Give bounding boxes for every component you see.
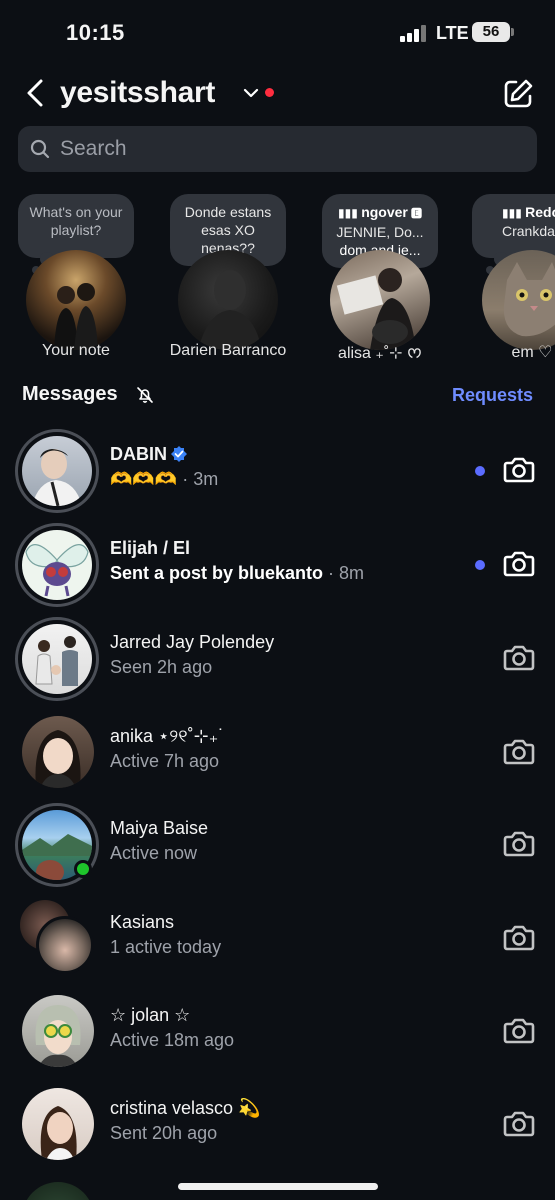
network-label: LTE xyxy=(436,23,469,43)
avatar[interactable] xyxy=(330,250,430,350)
signal-icon xyxy=(400,24,428,42)
conversation-name: Elijah / El xyxy=(110,538,191,558)
search-bar[interactable] xyxy=(18,126,537,172)
notes-tray: What's on your playlist? Your note Donde… xyxy=(0,192,555,368)
conversation-name: Kasians xyxy=(110,912,175,932)
avatar[interactable] xyxy=(482,250,555,350)
note-item[interactable]: ▮▮▮ ngover 🅴 JENNIE, Do... dom and je...… xyxy=(310,192,450,368)
requests-link[interactable]: Requests xyxy=(452,385,533,406)
back-arrow-icon[interactable] xyxy=(22,78,50,108)
messages-heading: Messages xyxy=(22,383,118,405)
conversation-row[interactable]: Elijah / El Sent a post by bluekanto · 8… xyxy=(0,520,555,612)
note-item[interactable]: Donde estans esas XO nenas?? Darien Barr… xyxy=(158,192,298,368)
status-time: 10:15 xyxy=(66,20,125,45)
camera-icon[interactable] xyxy=(502,828,536,860)
avatar[interactable] xyxy=(22,530,92,600)
avatar[interactable] xyxy=(22,624,92,694)
avatar[interactable] xyxy=(178,250,278,350)
camera-icon[interactable] xyxy=(502,1015,536,1047)
unread-dot xyxy=(475,466,485,476)
conversation-preview: Sent 20h ago xyxy=(110,1123,218,1143)
conversation-preview: Active 7h ago xyxy=(110,751,220,771)
conversation-name: Maiya Baise xyxy=(110,818,209,838)
avatar xyxy=(36,916,94,974)
music-icon: ▮▮▮ xyxy=(502,206,526,220)
conversation-row[interactable]: anika ⋆୨୧˚⊹₊˙ Active 7h ago xyxy=(0,708,555,800)
note-bubble[interactable]: What's on your playlist? xyxy=(18,194,134,274)
camera-icon[interactable] xyxy=(502,1108,536,1140)
conversation-preview: Active 18m ago xyxy=(110,1030,235,1050)
music-icon: ▮▮▮ xyxy=(338,206,362,220)
conversation-row[interactable]: DABIN 🫶🫶🫶 · 3m xyxy=(0,426,555,518)
note-bubble[interactable]: ▮▮▮ Redo Crankda xyxy=(472,194,555,274)
note-owner-name: alisa ₊˚⊹ ᰔ xyxy=(338,345,422,362)
camera-icon[interactable] xyxy=(502,642,536,674)
battery-icon: 56 xyxy=(472,22,514,42)
verified-badge-icon xyxy=(171,446,187,462)
online-status-dot xyxy=(74,860,92,878)
conversation-preview: Active now xyxy=(110,843,198,863)
bell-off-icon xyxy=(137,387,153,403)
camera-icon[interactable] xyxy=(502,548,536,580)
camera-icon[interactable] xyxy=(502,454,536,486)
compose-icon[interactable] xyxy=(502,78,534,110)
avatar[interactable] xyxy=(26,250,126,350)
conversation-preview: 1 active today xyxy=(110,937,222,957)
inbox-header: yesitsshart xyxy=(0,66,555,122)
conversation-name: cristina velasco 💫 xyxy=(110,1098,261,1118)
conversation-row[interactable]: Kasians 1 active today xyxy=(0,894,555,986)
note-own[interactable]: What's on your playlist? Your note xyxy=(6,192,146,368)
conversation-row[interactable]: ☆ jolan ☆ Active 18m ago xyxy=(0,987,555,1079)
note-owner-name: em ♡ xyxy=(511,344,553,361)
conversation-name: anika ⋆୨୧˚⊹₊˙ xyxy=(110,726,225,746)
notification-dot xyxy=(265,88,274,97)
group-avatar[interactable] xyxy=(20,900,98,978)
conversation-name: DABIN xyxy=(110,444,188,465)
avatar[interactable] xyxy=(22,716,94,788)
avatar[interactable] xyxy=(22,1088,94,1160)
conversation-row[interactable]: Maiya Baise Active now xyxy=(0,800,555,892)
avatar[interactable] xyxy=(22,436,92,506)
home-indicator[interactable] xyxy=(178,1183,378,1190)
avatar[interactable] xyxy=(22,995,94,1067)
conversation-preview: Sent a post by bluekanto · 8m xyxy=(110,563,365,583)
conversation-preview: Seen 2h ago xyxy=(110,657,213,677)
conversation-name: ☆ jolan ☆ xyxy=(110,1005,191,1025)
conversation-name: Jarred Jay Polendey xyxy=(110,632,275,652)
note-item[interactable]: ▮▮▮ Redo Crankda em ♡ xyxy=(462,192,555,368)
conversation-row[interactable]: Jarred Jay Polendey Seen 2h ago xyxy=(0,614,555,706)
search-input[interactable] xyxy=(60,126,520,172)
avatar[interactable] xyxy=(22,1182,94,1200)
camera-icon[interactable] xyxy=(502,922,536,954)
unread-dot xyxy=(475,560,485,570)
search-icon xyxy=(30,139,50,159)
conversation-row[interactable]: cristina velasco 💫 Sent 20h ago xyxy=(0,1080,555,1172)
account-username[interactable]: yesitsshart xyxy=(60,76,215,110)
chevron-down-icon[interactable] xyxy=(242,84,260,102)
note-owner-name: Your note xyxy=(42,342,110,359)
camera-icon[interactable] xyxy=(502,736,536,768)
conversation-preview: 🫶🫶🫶 · 3m xyxy=(110,469,219,489)
status-bar: 10:15 LTE 56 xyxy=(0,0,555,62)
note-owner-name: Darien Barranco xyxy=(169,342,287,359)
